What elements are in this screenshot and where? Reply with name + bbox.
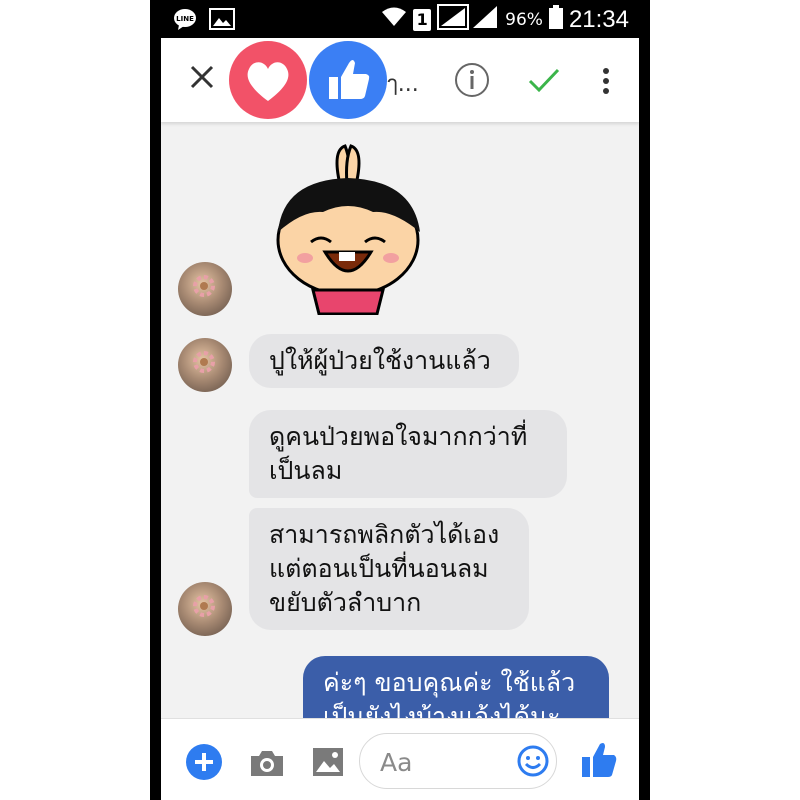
sticker-image[interactable] bbox=[253, 140, 443, 316]
check-icon[interactable] bbox=[527, 64, 561, 96]
phone-frame: LINE 1 96% 21:34 ๅ... ปูให้ผู้ป่วยใช้งาน… bbox=[150, 0, 650, 800]
line-app-icon: LINE bbox=[173, 8, 197, 34]
contact-name[interactable]: ๅ... bbox=[387, 66, 419, 101]
message-bubble[interactable]: ปูให้ผู้ป่วยใช้งานแล้ว bbox=[249, 334, 519, 388]
message-bubble[interactable]: สามารถพลิกตัวได้เอง แต่ตอนเป็นที่นอนลม ข… bbox=[249, 508, 529, 630]
conversation-header: ๅ... bbox=[161, 38, 639, 122]
info-icon[interactable] bbox=[454, 62, 490, 98]
svg-text:LINE: LINE bbox=[176, 15, 194, 23]
battery-icon bbox=[548, 5, 563, 34]
plus-icon[interactable] bbox=[185, 743, 223, 781]
avatar[interactable] bbox=[178, 582, 232, 636]
gallery-notification-icon bbox=[209, 8, 235, 34]
more-icon[interactable] bbox=[601, 66, 611, 96]
message-input[interactable] bbox=[378, 744, 512, 780]
avatar[interactable] bbox=[178, 338, 232, 392]
emoji-icon[interactable] bbox=[517, 745, 549, 777]
camera-icon[interactable] bbox=[249, 747, 285, 779]
screen: LINE 1 96% 21:34 ๅ... ปูให้ผู้ป่วยใช้งาน… bbox=[161, 0, 639, 800]
message-composer bbox=[161, 718, 639, 800]
close-icon[interactable] bbox=[187, 62, 217, 92]
like-reaction-icon[interactable] bbox=[309, 41, 387, 119]
status-bar: LINE 1 96% 21:34 bbox=[161, 0, 639, 38]
battery-percent: 96% bbox=[505, 9, 543, 30]
avatar[interactable] bbox=[178, 262, 232, 316]
sim-indicator: 1 bbox=[413, 8, 432, 31]
gallery-icon[interactable] bbox=[311, 745, 345, 779]
signal-icon bbox=[437, 4, 499, 35]
wifi-icon bbox=[381, 6, 407, 33]
message-bubble[interactable]: ดูคนป่วยพอใจมากกว่าที่ เป็นลม bbox=[249, 410, 567, 498]
heart-reaction-icon[interactable] bbox=[229, 41, 307, 119]
thumbs-up-icon[interactable] bbox=[581, 741, 617, 779]
clock: 21:34 bbox=[568, 5, 629, 33]
